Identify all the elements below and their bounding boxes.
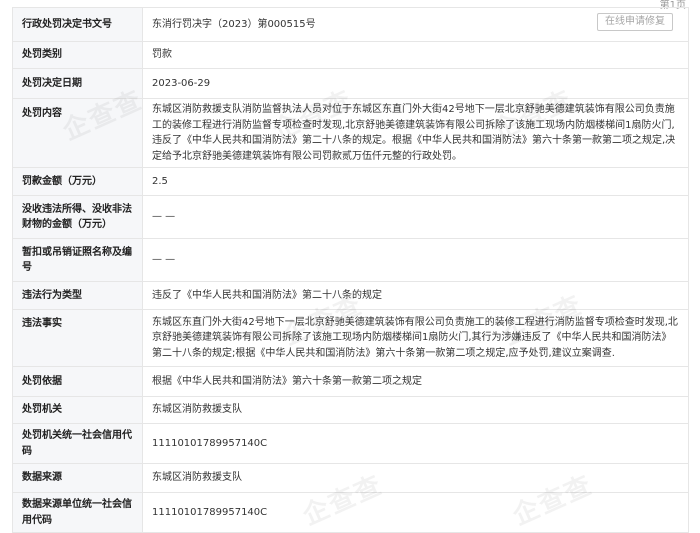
fine-amount: 2.5: [142, 167, 689, 196]
table-row: 处罚类别 罚款: [12, 41, 689, 69]
violation-facts: 东城区东直门外大街42号地下一层北京舒驰美德建筑装饰有限公司负责施工的装修工程进…: [142, 309, 689, 367]
table-row: 违法行为类型 违反了《中华人民共和国消防法》第二十八条的规定: [12, 281, 689, 310]
row-label: 处罚决定日期: [12, 68, 143, 99]
row-value-cell: 东消行罚决字（2023）第000515号 在线申请修复: [142, 7, 689, 42]
table-row: 违法事实 东城区东直门外大街42号地下一层北京舒驰美德建筑装饰有限公司负责施工的…: [12, 309, 689, 367]
source-credit-code: 11110101789957140C: [142, 492, 689, 533]
violation-type: 违反了《中华人民共和国消防法》第二十八条的规定: [142, 281, 689, 310]
penalty-authority: 东城区消防救援支队: [142, 396, 689, 424]
row-label: 违法事实: [12, 309, 143, 367]
decision-document-number: 东消行罚决字（2023）第000515号: [152, 18, 316, 30]
table-row: 行政处罚决定书文号 东消行罚决字（2023）第000515号 在线申请修复: [12, 7, 689, 42]
row-label: 违法行为类型: [12, 281, 143, 310]
table-row: 处罚内容 东城区消防救援支队消防监督执法人员对位于东城区东直门外大街42号地下一…: [12, 98, 689, 168]
table-row: 数据来源单位统一社会信用代码 11110101789957140C: [12, 492, 689, 533]
row-label: 没收违法所得、没收非法财物的金额（万元）: [12, 195, 143, 239]
row-label: 处罚类别: [12, 41, 143, 69]
row-label: 处罚机关统一社会信用代码: [12, 423, 143, 464]
penalty-content: 东城区消防救援支队消防监督执法人员对位于东城区东直门外大街42号地下一层北京舒驰…: [142, 98, 689, 168]
table-row: 数据来源 东城区消防救援支队: [12, 463, 689, 493]
penalty-detail-table: 行政处罚决定书文号 东消行罚决字（2023）第000515号 在线申请修复 处罚…: [12, 7, 689, 533]
table-row: 处罚决定日期 2023-06-29: [12, 68, 689, 99]
table-row: 处罚机关统一社会信用代码 11110101789957140C: [12, 423, 689, 464]
row-label: 处罚内容: [12, 98, 143, 168]
row-label: 处罚机关: [12, 396, 143, 424]
row-label: 罚款金额（万元）: [12, 167, 143, 196]
table-row: 暂扣或吊销证照名称及编号 — —: [12, 238, 689, 282]
license-suspension: — —: [142, 238, 689, 282]
row-label: 行政处罚决定书文号: [12, 7, 143, 42]
row-label: 处罚依据: [12, 366, 143, 397]
row-label: 暂扣或吊销证照名称及编号: [12, 238, 143, 282]
table-row: 处罚机关 东城区消防救援支队: [12, 396, 689, 424]
row-label: 数据来源单位统一社会信用代码: [12, 492, 143, 533]
table-row: 没收违法所得、没收非法财物的金额（万元） — —: [12, 195, 689, 239]
apply-repair-button[interactable]: 在线申请修复: [597, 13, 673, 31]
decision-date: 2023-06-29: [142, 68, 689, 99]
penalty-category: 罚款: [142, 41, 689, 69]
table-row: 罚款金额（万元） 2.5: [12, 167, 689, 196]
row-label: 数据来源: [12, 463, 143, 493]
data-source: 东城区消防救援支队: [142, 463, 689, 493]
confiscation-amount: — —: [142, 195, 689, 239]
penalty-basis: 根据《中华人民共和国消防法》第六十条第一款第二项之规定: [142, 366, 689, 397]
table-row: 处罚依据 根据《中华人民共和国消防法》第六十条第一款第二项之规定: [12, 366, 689, 397]
authority-credit-code: 11110101789957140C: [142, 423, 689, 464]
